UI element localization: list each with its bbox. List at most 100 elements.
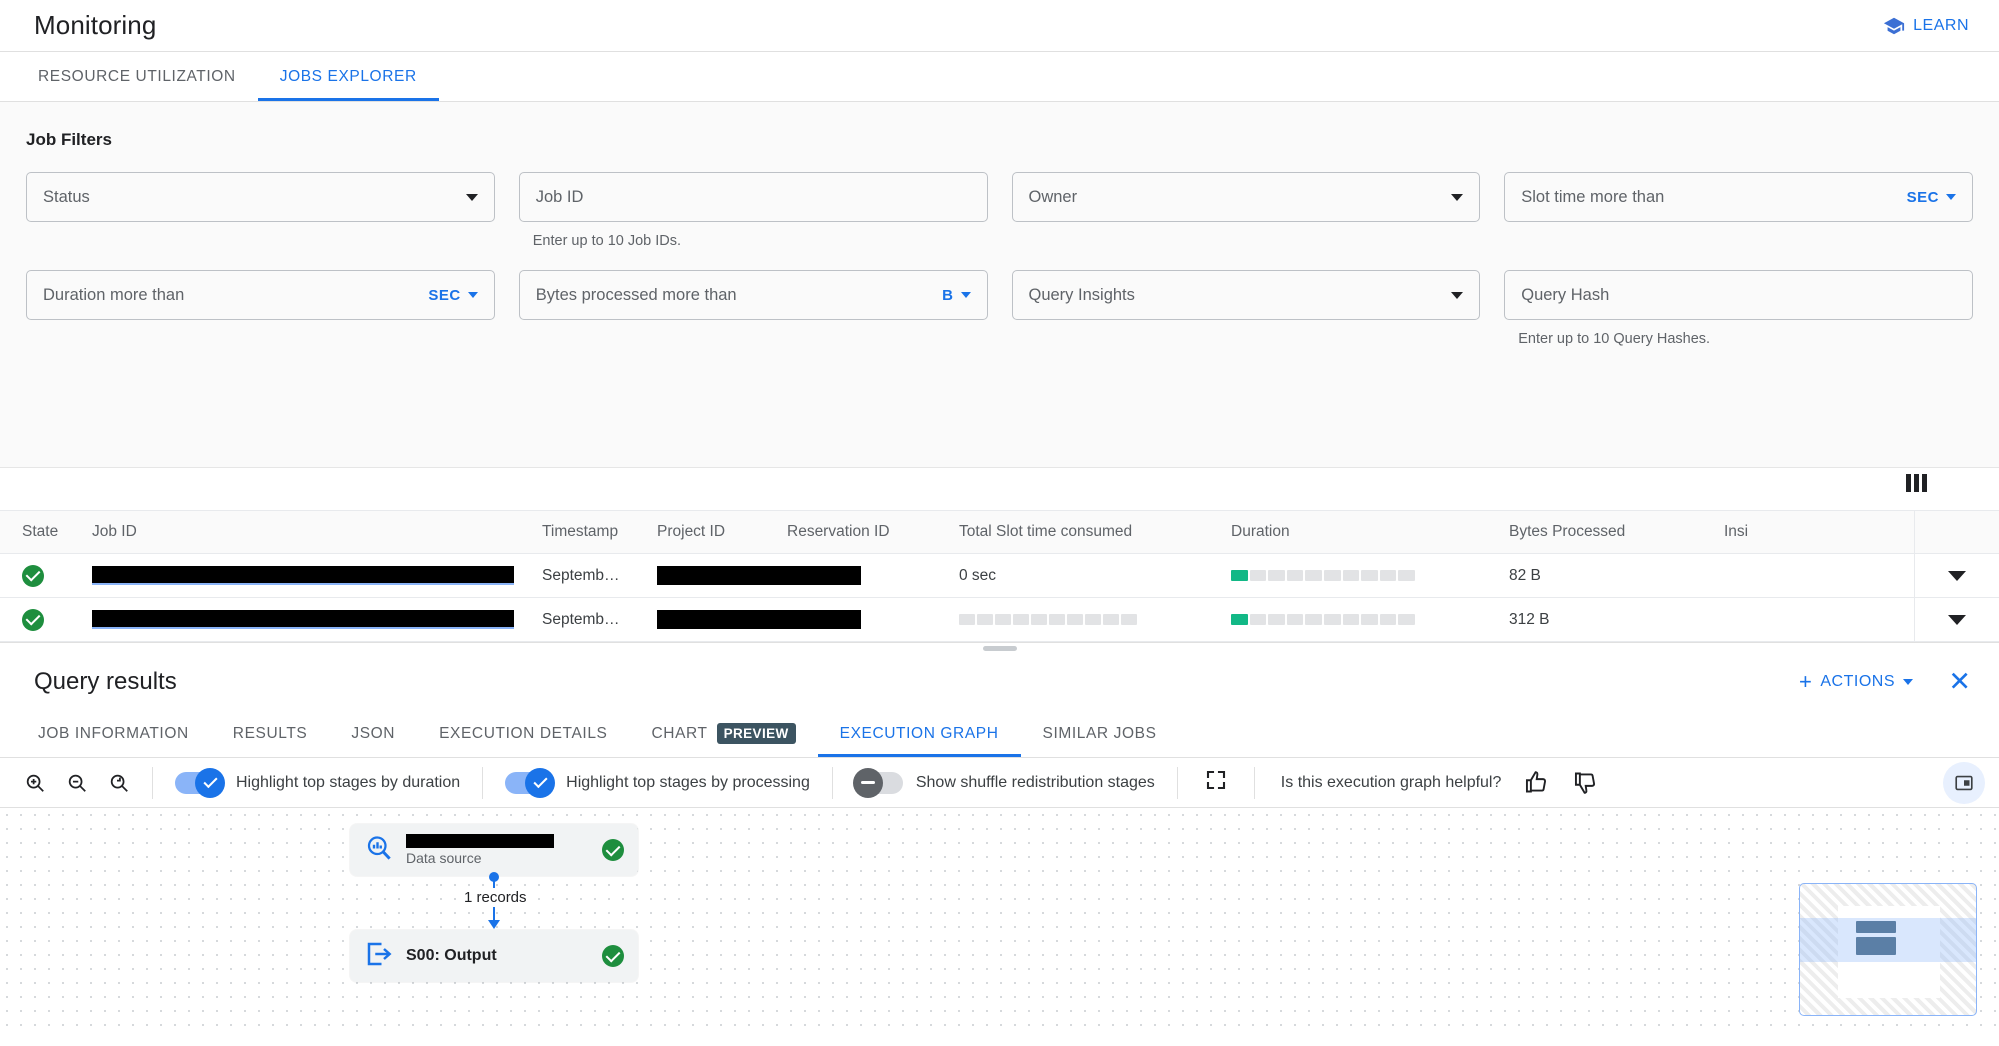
tab-label: EXECUTION DETAILS [439,724,608,742]
query-results-tabs: JOB INFORMATION RESULTS JSON EXECUTION D… [0,710,1999,758]
filter-bytes-input[interactable]: Bytes processed more than B [518,270,988,320]
actions-label: ACTIONS [1820,673,1895,690]
tab-resource-utilization[interactable]: RESOURCE UTILIZATION [16,52,258,101]
filter-duration-input[interactable]: Duration more than SEC [26,270,495,320]
filter-status-select[interactable]: Status [26,172,495,222]
graph-minimap[interactable] [1799,883,1977,1016]
fullscreen-icon[interactable] [1178,768,1254,797]
filter-query-hash-input[interactable]: Query Hash [1504,270,1973,320]
thumb-down-icon[interactable] [1572,769,1599,796]
filter-duration-unit[interactable]: SEC [428,287,460,304]
close-icon[interactable]: ✕ [1948,668,1971,696]
query-results-header: Query results + ACTIONS ✕ [0,654,1999,710]
column-header-job-id[interactable]: Job ID [92,523,542,541]
column-header-bytes-processed[interactable]: Bytes Processed [1509,523,1724,541]
toggle-highlight-duration[interactable]: Highlight top stages by duration [153,767,482,798]
filter-query-insights-select[interactable]: Query Insights [1011,270,1481,320]
chevron-down-icon [1451,291,1464,299]
row-slot-time-cell: 0 sec [959,566,997,584]
duration-bar-segment [1305,614,1322,625]
row-job-id-cell[interactable] [92,610,542,629]
row-expand-button[interactable] [1914,598,1999,641]
tab-execution-details[interactable]: EXECUTION DETAILS [417,710,629,757]
row-expand-button[interactable] [1914,554,1999,597]
toggle-switch[interactable] [505,767,556,798]
filter-slot-time-input[interactable]: Slot time more than SEC [1504,172,1973,222]
row-state-cell [0,608,92,631]
check-icon [202,774,218,789]
graph-node-text: S00: Output [406,947,590,965]
check-icon [533,774,548,789]
tab-similar-jobs[interactable]: SIMILAR JOBS [1021,710,1179,757]
graduation-cap-icon [1883,15,1905,37]
column-header-total-slot-time[interactable]: Total Slot time consumed [959,523,1231,541]
tab-jobs-explorer[interactable]: JOBS EXPLORER [257,52,439,101]
toggle-label: Highlight top stages by processing [566,773,810,791]
toggle-highlight-processing[interactable]: Highlight top stages by processing [483,767,832,798]
filter-owner-select[interactable]: Owner [1011,172,1481,222]
column-header-duration[interactable]: Duration [1231,523,1509,541]
chevron-down-icon[interactable] [467,292,478,298]
column-header-project-id[interactable]: Project ID [657,523,787,541]
tab-json[interactable]: JSON [329,710,417,757]
feedback-group: Is this execution graph helpful? [1255,769,1600,796]
data-source-search-icon [364,833,394,868]
tab-chart[interactable]: CHART PREVIEW [629,710,817,757]
tab-label: EXECUTION GRAPH [839,724,999,742]
status-success-icon [602,839,624,861]
top-tabs: RESOURCE UTILIZATION JOBS EXPLORER [0,52,1999,102]
filter-slot-time-unit[interactable]: SEC [1907,189,1939,206]
chevron-down-icon [465,193,478,201]
graph-node-data-source[interactable]: Data source [350,824,638,876]
graph-node-text: Data source [406,834,590,866]
zoom-in-icon[interactable] [24,772,46,794]
execution-graph-canvas[interactable]: Data source 1 records S00: Output [0,808,1999,1026]
learn-label: LEARN [1913,16,1969,34]
row-project-id-cell [657,566,861,585]
duration-bar-segment [1398,614,1415,625]
graph-node-s00-output[interactable]: S00: Output [350,930,638,982]
splitter-grip[interactable] [982,646,1017,651]
column-header-timestamp[interactable]: Timestamp [542,523,657,541]
redacted-project-id [657,566,861,585]
chevron-down-icon[interactable] [960,292,971,298]
columns-icon[interactable] [1906,474,1927,492]
duration-bar-segment [1323,614,1341,625]
job-filters-title: Job Filters [26,130,112,149]
actions-button[interactable]: + ACTIONS [1799,671,1913,693]
filter-row-2: Duration more than SEC Bytes processed m… [26,270,1973,347]
edge-label: 1 records [458,888,533,907]
column-header-insights[interactable]: Insi [1724,523,1914,541]
tab-label: JOB INFORMATION [38,724,189,742]
toggle-show-shuffle-stages[interactable]: Show shuffle redistribution stages [833,767,1177,798]
learn-button[interactable]: LEARN [1883,15,1969,37]
table-row[interactable]: Septemb… 0 sec 82 B [0,554,1999,598]
table-row[interactable]: Septemb… 312 B [0,598,1999,642]
column-header-state[interactable]: State [0,523,92,541]
column-header-reservation-id[interactable]: Reservation ID [787,523,959,541]
zoom-reset-icon[interactable] [108,772,130,794]
tab-results[interactable]: RESULTS [211,710,330,757]
duration-bar-segment [1231,570,1248,581]
row-timestamp-cell: Septemb… [542,566,620,584]
row-job-id-cell[interactable] [92,566,542,585]
toggle-switch[interactable] [852,767,903,798]
filter-jobid-input[interactable]: Job ID [518,172,988,222]
thumb-up-icon[interactable] [1523,769,1550,796]
chevron-down-icon[interactable] [1946,194,1956,200]
filter-query-insights-cell: Query Insights [1011,270,1481,347]
toggle-switch[interactable] [175,767,225,798]
filter-slot-time-placeholder: Slot time more than [1521,187,1665,206]
filter-bytes-unit[interactable]: B [942,287,953,304]
zoom-out-icon[interactable] [66,772,88,794]
side-panel-icon[interactable] [1943,761,1985,804]
slot-bar-segment [1121,614,1137,625]
duration-bar-segment [1286,614,1304,625]
filter-query-hash-cell: Query Hash Enter up to 10 Query Hashes. [1504,270,1973,347]
plus-icon: + [1799,669,1813,694]
row-slot-time-cell [959,614,1231,625]
panel-splitter[interactable] [0,642,1999,654]
filter-query-hash-hint: Enter up to 10 Query Hashes. [1518,331,1711,347]
tab-job-information[interactable]: JOB INFORMATION [16,710,211,757]
tab-execution-graph[interactable]: EXECUTION GRAPH [817,710,1021,757]
